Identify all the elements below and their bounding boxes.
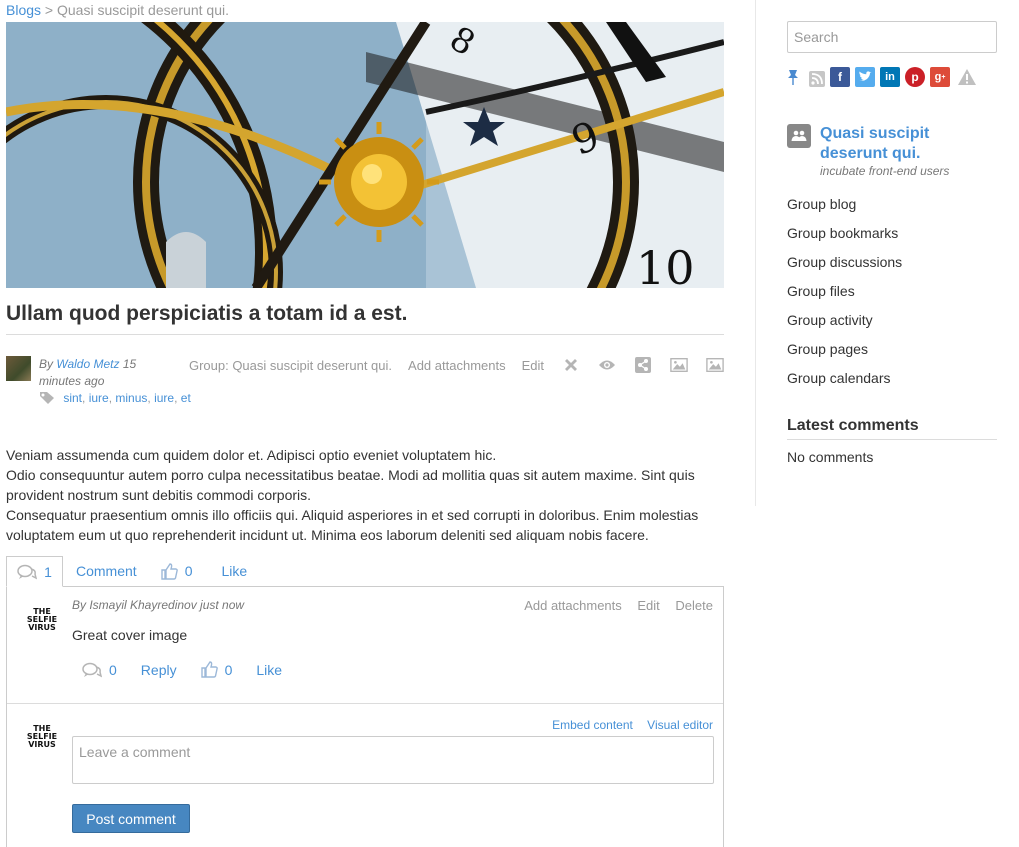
breadcrumb-blogs-link[interactable]: Blogs — [6, 2, 41, 18]
post-meta: By Waldo Metz 15 minutes ago sint, iure,… — [6, 356, 724, 430]
current-user-avatar[interactable]: THE SELFIE VIRUS — [25, 720, 59, 754]
thumbs-up-icon — [200, 661, 218, 678]
tab-comment[interactable]: Comment — [76, 556, 137, 586]
pinterest-icon[interactable]: p — [905, 67, 925, 87]
comment-delete-link[interactable]: Delete — [675, 598, 713, 613]
group-menu: Group blog Group bookmarks Group discuss… — [787, 196, 902, 399]
share-icon[interactable] — [634, 356, 652, 374]
post-paragraph: Odio consequuntur autem porro culpa nece… — [6, 467, 695, 503]
comment-input[interactable] — [72, 736, 714, 784]
group-menu-discussions[interactable]: Group discussions — [787, 254, 902, 283]
embed-content-link[interactable]: Embed content — [552, 718, 633, 732]
commenter-avatar[interactable]: THE SELFIE VIRUS — [25, 603, 59, 637]
post-title: Ullam quod perspiciatis a totam id a est… — [6, 302, 724, 335]
group-menu-activity[interactable]: Group activity — [787, 312, 902, 341]
sidebar: f in p g+ Quasi suscipit deserunt qui. i… — [755, 0, 1019, 506]
by-label: By — [39, 357, 54, 371]
comment-count: 1 — [44, 563, 52, 580]
group-menu-blog[interactable]: Group blog — [787, 196, 902, 225]
tag-link[interactable]: minus — [115, 391, 147, 405]
reply-button[interactable]: Reply — [141, 662, 177, 678]
pin-icon[interactable] — [787, 67, 801, 87]
cover-image-icon[interactable] — [706, 356, 724, 374]
comment-box: THE SELFIE VIRUS By Ismayil Khayredinov … — [6, 587, 724, 847]
post-body: Veniam assumenda cum quidem dolor et. Ad… — [6, 445, 718, 545]
author-link[interactable]: Waldo Metz — [56, 357, 119, 371]
comment-like-button[interactable]: Like — [256, 662, 282, 678]
breadcrumb-separator: > — [44, 2, 54, 18]
comment-item: THE SELFIE VIRUS By Ismayil Khayredinov … — [7, 587, 723, 704]
tag-link[interactable]: iure — [154, 391, 174, 405]
post-comment-button[interactable]: Post comment — [72, 804, 190, 833]
post-byline: By Waldo Metz 15 minutes ago — [39, 356, 159, 390]
astronomical-clock-image: 10 9 8 — [6, 22, 724, 288]
linkedin-icon[interactable]: in — [880, 67, 900, 87]
editor-links: Embed content Visual editor — [541, 718, 713, 732]
tab-likes[interactable]: 0 — [160, 556, 193, 586]
image-icon[interactable] — [670, 356, 688, 374]
facebook-icon[interactable]: f — [830, 67, 850, 87]
like-button[interactable]: Like — [221, 556, 247, 586]
group-icon[interactable] — [787, 124, 811, 148]
group-menu-bookmarks[interactable]: Group bookmarks — [787, 225, 902, 254]
post-paragraph: Consequatur praesentium omnis illo offic… — [6, 507, 699, 543]
replies-icon — [82, 662, 102, 678]
social-share-bar: f in p g + — [787, 67, 977, 87]
twitter-icon[interactable] — [855, 67, 875, 87]
tag-link[interactable]: sint — [63, 391, 82, 405]
thumbs-up-icon — [160, 562, 178, 580]
comment-actions: 0 Reply 0 Like — [82, 661, 282, 678]
post-paragraph: Veniam assumenda cum quidem dolor et. Ad… — [6, 447, 497, 463]
rss-icon[interactable] — [809, 71, 825, 87]
group-menu-calendars[interactable]: Group calendars — [787, 370, 902, 399]
comment-like-count: 0 — [224, 661, 233, 678]
comment-add-attachments-link[interactable]: Add attachments — [524, 598, 622, 613]
comment-menu: Add attachments Edit Delete — [512, 598, 713, 613]
like-count: 0 — [184, 563, 193, 579]
post-tags: sint, iure, minus, iure, et — [39, 390, 191, 410]
group-name-link[interactable]: Quasi suscipit deserunt qui. — [820, 124, 990, 164]
delete-icon[interactable] — [562, 356, 580, 374]
google-plus-icon[interactable]: g + — [930, 67, 950, 87]
group-link[interactable]: Group: Quasi suscipit deserunt qui. — [189, 358, 392, 373]
tag-link[interactable]: et — [181, 391, 191, 405]
cover-image: 10 9 8 — [6, 22, 724, 288]
report-icon[interactable] — [957, 68, 977, 86]
breadcrumb: Blogs > Quasi suscipit deserunt qui. — [6, 0, 724, 20]
tag-link[interactable]: iure — [89, 391, 109, 405]
search-input[interactable] — [787, 21, 997, 53]
visual-editor-link[interactable]: Visual editor — [647, 718, 713, 732]
comment-text: Great cover image — [72, 627, 188, 643]
eye-icon[interactable] — [598, 356, 616, 374]
latest-comments-heading: Latest comments — [787, 417, 997, 440]
new-comment-form: THE SELFIE VIRUS Embed content Visual ed… — [7, 704, 723, 847]
comment-byline: By Ismayil Khayredinov just now — [72, 598, 245, 612]
svg-text:10: 10 — [636, 241, 695, 288]
edit-link[interactable]: Edit — [522, 358, 544, 373]
post-menu: Group: Quasi suscipit deserunt qui. Add … — [173, 356, 724, 374]
tag-icon — [39, 391, 55, 410]
no-comments-text: No comments — [787, 449, 874, 465]
tab-comments[interactable]: 1 — [6, 556, 63, 587]
author-avatar[interactable] — [6, 356, 31, 381]
reply-count: 0 — [109, 661, 117, 678]
group-menu-pages[interactable]: Group pages — [787, 341, 902, 370]
comment-edit-link[interactable]: Edit — [637, 598, 659, 613]
main-column: Blogs > Quasi suscipit deserunt qui. 10 … — [6, 0, 724, 847]
group-menu-files[interactable]: Group files — [787, 283, 902, 312]
comment-tabs: 1 Comment 0 Like — [6, 556, 724, 587]
group-description: incubate front-end users — [820, 164, 950, 178]
breadcrumb-current: Quasi suscipit deserunt qui. — [57, 2, 229, 18]
comments-icon — [17, 564, 38, 580]
add-attachments-link[interactable]: Add attachments — [408, 358, 506, 373]
